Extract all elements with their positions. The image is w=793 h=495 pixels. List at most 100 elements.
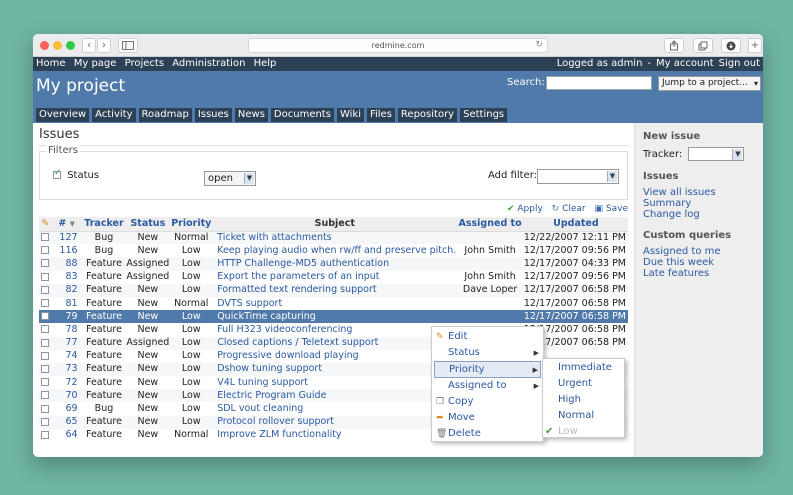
share-button[interactable] xyxy=(664,38,684,53)
row-checkbox[interactable] xyxy=(39,349,52,363)
view-all-issues-link[interactable]: View all issues xyxy=(643,187,755,198)
issue-id-link[interactable]: 72 xyxy=(51,376,82,390)
row-checkbox[interactable] xyxy=(39,296,52,311)
row-checkbox[interactable] xyxy=(39,376,52,390)
row-checkbox[interactable] xyxy=(39,283,52,297)
status-filter-checkbox[interactable] xyxy=(53,168,62,179)
row-checkbox-box[interactable] xyxy=(41,351,50,360)
tab-news[interactable]: News xyxy=(234,108,268,122)
priority-immediate[interactable]: Immediate xyxy=(543,360,624,376)
row-checkbox-box[interactable] xyxy=(41,272,50,281)
tracker-select[interactable]: ▼ xyxy=(688,147,745,161)
new-tab-button[interactable]: + xyxy=(748,38,762,53)
issue-id-link[interactable]: 127 xyxy=(51,231,82,245)
row-checkbox[interactable] xyxy=(39,362,52,377)
priority-normal[interactable]: Normal xyxy=(543,408,624,424)
row-checkbox[interactable] xyxy=(39,402,52,416)
issue-id-link[interactable]: 79 xyxy=(51,310,82,324)
issue-id-link[interactable]: 65 xyxy=(51,415,82,429)
issue-subject-link[interactable]: Electric Program Guide xyxy=(213,389,457,403)
column-header-tracker[interactable]: Tracker xyxy=(81,217,127,232)
tab-repository[interactable]: Repository xyxy=(397,108,458,122)
issue-subject-link[interactable]: Protocol rollover support xyxy=(213,415,457,429)
row-checkbox-box[interactable] xyxy=(41,299,50,308)
tab-files[interactable]: Files xyxy=(366,108,395,122)
issue-subject-link[interactable]: QuickTime capturing xyxy=(213,310,457,324)
table-row[interactable]: 81 Feature New Normal DVTS support 12/17/2007… xyxy=(39,296,628,311)
save-button[interactable]: ▣ Save xyxy=(595,204,628,214)
toggle-all-header[interactable]: ✎ xyxy=(39,217,52,232)
minimize-window-button[interactable] xyxy=(53,41,62,50)
issue-id-link[interactable]: 74 xyxy=(51,349,82,363)
tab-overview[interactable]: Overview xyxy=(36,108,90,122)
issue-id-link[interactable]: 88 xyxy=(51,257,82,271)
summary-link[interactable]: Summary xyxy=(643,198,755,209)
context-menu-edit[interactable]: ✎ Edit xyxy=(434,329,541,345)
context-menu-copy[interactable]: ❐ Copy xyxy=(434,394,541,410)
top-menu-administration[interactable]: Administration xyxy=(172,58,245,69)
issue-id-link[interactable]: 70 xyxy=(51,389,82,403)
tab-wiki[interactable]: Wiki xyxy=(336,108,364,122)
issue-subject-link[interactable]: DVTS support xyxy=(213,296,457,311)
context-menu-assigned-to[interactable]: Assigned to ▶ xyxy=(434,378,541,394)
table-row[interactable]: 82 Feature New Low Formatted text rendering … xyxy=(39,283,628,297)
row-checkbox-box[interactable] xyxy=(41,378,50,387)
issue-subject-link[interactable]: Export the parameters of an input xyxy=(213,270,457,284)
context-menu-priority[interactable]: Priority ▶ xyxy=(434,361,541,378)
row-checkbox-box[interactable] xyxy=(41,391,50,400)
row-checkbox-box[interactable] xyxy=(41,325,50,334)
context-menu-move[interactable]: ➦ Move xyxy=(434,410,541,426)
top-menu-home[interactable]: Home xyxy=(36,58,66,69)
row-checkbox-box[interactable] xyxy=(41,338,50,347)
table-row[interactable]: 83 Feature Assigned Low Export the parameter… xyxy=(39,270,628,284)
issue-subject-link[interactable]: V4L tuning support xyxy=(213,376,457,390)
row-checkbox[interactable] xyxy=(39,428,52,442)
issue-subject-link[interactable]: HTTP Challenge-MD5 authentication xyxy=(213,257,457,271)
tab-activity[interactable]: Activity xyxy=(92,108,136,122)
row-checkbox-box[interactable] xyxy=(41,430,50,439)
search-input[interactable] xyxy=(546,76,652,90)
issue-subject-link[interactable]: Ticket with attachments xyxy=(213,231,457,245)
column-header-subject[interactable]: Subject xyxy=(213,217,457,232)
close-window-button[interactable] xyxy=(40,41,49,50)
context-menu-delete[interactable]: 🗑 Delete xyxy=(434,426,541,442)
row-checkbox-box[interactable] xyxy=(41,417,50,426)
row-checkbox-box[interactable] xyxy=(41,259,50,268)
my-account-link[interactable]: My account xyxy=(656,58,714,69)
sidebar-toggle-button[interactable] xyxy=(118,38,138,53)
query-late-features-link[interactable]: Late features xyxy=(643,268,755,279)
clear-button[interactable]: ↻ Clear xyxy=(552,204,586,214)
row-checkbox[interactable] xyxy=(39,323,52,337)
downloads-button[interactable] xyxy=(721,38,741,53)
apply-button[interactable]: ✔ Apply xyxy=(507,204,543,214)
column-header-status[interactable]: Status xyxy=(126,217,170,232)
add-filter-select[interactable]: ▼ xyxy=(537,169,619,184)
tab-documents[interactable]: Documents xyxy=(270,108,334,122)
issue-subject-link[interactable]: Formatted text rendering support xyxy=(213,283,457,297)
issue-id-link[interactable]: 73 xyxy=(51,362,82,377)
row-checkbox-box[interactable] xyxy=(41,404,50,413)
row-checkbox[interactable] xyxy=(39,389,52,403)
priority-high[interactable]: High xyxy=(543,392,624,408)
row-checkbox[interactable] xyxy=(39,231,52,245)
row-checkbox[interactable] xyxy=(39,415,52,429)
column-header-id[interactable]: # ▼ xyxy=(51,217,82,232)
status-operator-select[interactable]: open ▼ xyxy=(204,171,256,186)
priority-urgent[interactable]: Urgent xyxy=(543,376,624,392)
tabs-button[interactable] xyxy=(693,38,713,53)
issue-id-link[interactable]: 64 xyxy=(51,428,82,442)
back-button[interactable]: ‹ xyxy=(82,38,96,53)
issue-id-link[interactable]: 69 xyxy=(51,402,82,416)
row-checkbox-box[interactable] xyxy=(41,364,50,373)
table-row[interactable]: 88 Feature Assigned Low HTTP Challenge-MD5 a… xyxy=(39,257,628,271)
issue-subject-link[interactable]: Dshow tuning support xyxy=(213,362,457,377)
issue-id-link[interactable]: 83 xyxy=(51,270,82,284)
tab-issues[interactable]: Issues xyxy=(194,108,232,122)
column-header-updated[interactable]: Updated xyxy=(523,217,628,232)
forward-button[interactable]: › xyxy=(97,38,111,53)
issue-id-link[interactable]: 81 xyxy=(51,296,82,311)
sign-out-link[interactable]: Sign out xyxy=(719,58,760,69)
table-row[interactable]: 127 Bug New Normal Ticket with attachments 12… xyxy=(39,231,628,245)
issue-subject-link[interactable]: Progressive download playing xyxy=(213,349,457,363)
change-log-link[interactable]: Change log xyxy=(643,209,755,220)
